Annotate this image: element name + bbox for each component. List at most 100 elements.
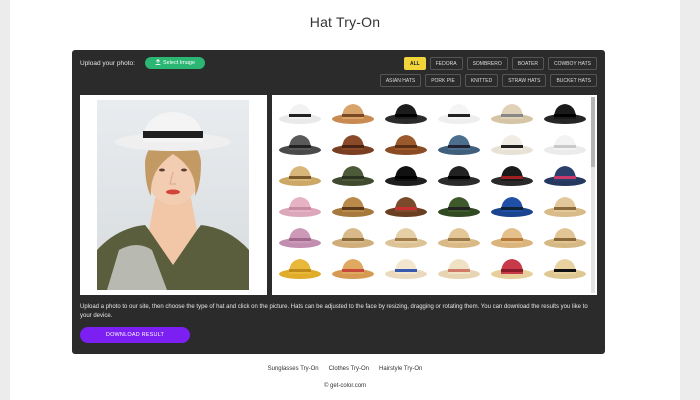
hat-option[interactable] bbox=[433, 222, 485, 253]
white-cream-fedora-icon bbox=[491, 134, 533, 155]
white-panama-icon bbox=[438, 103, 480, 124]
hat-option[interactable] bbox=[327, 129, 379, 160]
hat-option[interactable] bbox=[274, 191, 326, 222]
hat-option[interactable] bbox=[274, 222, 326, 253]
footer-link-clothes[interactable]: Clothes Try-On bbox=[329, 366, 369, 372]
filter-asian-hats[interactable]: ASIAN HATS bbox=[379, 74, 422, 87]
pink-wide-hat-icon bbox=[279, 196, 321, 217]
black-porkpie-icon bbox=[544, 103, 586, 124]
filter-straw-hats[interactable]: STRAW HATS bbox=[502, 74, 547, 87]
hat-grid bbox=[274, 98, 590, 284]
hat-option[interactable] bbox=[486, 98, 538, 129]
hat-option[interactable] bbox=[433, 253, 485, 284]
hat-option[interactable] bbox=[539, 191, 591, 222]
gallery-scrollbar[interactable] bbox=[591, 97, 595, 293]
striped-fedora-icon bbox=[491, 165, 533, 186]
green-fedora-icon bbox=[438, 196, 480, 217]
hat-option[interactable] bbox=[433, 129, 485, 160]
royal-blue-hat-icon bbox=[491, 196, 533, 217]
leopard-hat-icon bbox=[332, 196, 374, 217]
natural-straw-icon bbox=[544, 196, 586, 217]
filter-pork-pie[interactable]: PORK PIE bbox=[425, 74, 461, 87]
filter-row: ASIAN HATS PORK PIE KNITTED STRAW HATS BUCKE… bbox=[367, 74, 597, 87]
hat-option[interactable] bbox=[380, 222, 432, 253]
brown-cowboy-icon bbox=[332, 134, 374, 155]
photo-area[interactable] bbox=[80, 95, 267, 295]
black-stovepipe-icon bbox=[438, 165, 480, 186]
hat-option[interactable] bbox=[327, 253, 379, 284]
hat-option[interactable] bbox=[539, 160, 591, 191]
hat-option[interactable] bbox=[486, 191, 538, 222]
lilac-floppy-icon bbox=[279, 227, 321, 248]
beige-cowboy-icon bbox=[544, 227, 586, 248]
hat-option[interactable] bbox=[380, 129, 432, 160]
footer-link-sunglasses[interactable]: Sunglasses Try-On bbox=[268, 366, 319, 372]
hat-option[interactable] bbox=[380, 98, 432, 129]
hat-option[interactable] bbox=[486, 160, 538, 191]
hat-option[interactable] bbox=[433, 191, 485, 222]
select-image-label: Select Image bbox=[162, 60, 196, 66]
tan-sun-hat-icon bbox=[332, 227, 374, 248]
brown-trilby-icon bbox=[385, 134, 427, 155]
footer-link-hairstyle[interactable]: Hairstyle Try-On bbox=[379, 366, 422, 372]
portrait-photo[interactable] bbox=[97, 100, 249, 290]
straw-cowboy-icon bbox=[279, 165, 321, 186]
white-fedora-icon bbox=[279, 103, 321, 124]
hat-option[interactable] bbox=[274, 253, 326, 284]
filter-knitted[interactable]: KNITTED bbox=[464, 74, 499, 87]
wide-straw-icon bbox=[491, 227, 533, 248]
hat-option[interactable] bbox=[539, 222, 591, 253]
filter-boater[interactable]: BOATER bbox=[511, 57, 544, 70]
try-on-panel: Upload your photo: Select Image ALL FEDOR… bbox=[72, 50, 605, 354]
hat-option[interactable] bbox=[327, 98, 379, 129]
beige-boater-icon bbox=[385, 227, 427, 248]
filter-all[interactable]: ALL bbox=[404, 57, 426, 70]
hat-option[interactable] bbox=[486, 222, 538, 253]
hat-option[interactable] bbox=[380, 253, 432, 284]
hat-option[interactable] bbox=[486, 129, 538, 160]
filter-cowboy-hats[interactable]: COWBOY HATS bbox=[547, 57, 597, 70]
hat-option[interactable] bbox=[539, 253, 591, 284]
hat-option[interactable] bbox=[380, 160, 432, 191]
hat-option[interactable] bbox=[433, 98, 485, 129]
hat-option[interactable] bbox=[274, 160, 326, 191]
red-floral-hat-icon bbox=[491, 258, 533, 279]
blue-ribbon-boater-icon bbox=[385, 258, 427, 279]
upload-label: Upload your photo: bbox=[80, 60, 135, 67]
filter-bucket-hats[interactable]: BUCKET HATS bbox=[550, 74, 597, 87]
white-ribbon-hat-icon bbox=[544, 134, 586, 155]
hat-option[interactable] bbox=[327, 222, 379, 253]
upload-icon bbox=[155, 59, 161, 67]
black-band-boater-icon bbox=[544, 258, 586, 279]
hat-option[interactable] bbox=[539, 98, 591, 129]
cream-flower-hat-icon bbox=[438, 258, 480, 279]
yellow-sun-hat-icon bbox=[279, 258, 321, 279]
hat-gallery bbox=[272, 95, 597, 295]
floral-wide-hat-icon bbox=[332, 258, 374, 279]
select-image-button[interactable]: Select Image bbox=[145, 57, 205, 69]
instructions-text: Upload a photo to our site, then choose … bbox=[80, 304, 588, 319]
red-band-straw-icon bbox=[385, 196, 427, 217]
black-fedora-icon bbox=[385, 103, 427, 124]
filter-sombrero[interactable]: SOMBRERO bbox=[466, 57, 508, 70]
page-title: Hat Try-On bbox=[309, 14, 381, 30]
hat-option[interactable] bbox=[486, 253, 538, 284]
filter-fedora[interactable]: FEDORA bbox=[429, 57, 463, 70]
hat-option[interactable] bbox=[274, 98, 326, 129]
tan-fedora-icon bbox=[332, 103, 374, 124]
hat-option[interactable] bbox=[274, 129, 326, 160]
black-top-hat-icon bbox=[385, 165, 427, 186]
hat-option[interactable] bbox=[327, 160, 379, 191]
copyright: © get-color.com bbox=[323, 383, 367, 389]
hat-option[interactable] bbox=[433, 160, 485, 191]
hat-option[interactable] bbox=[539, 129, 591, 160]
army-boonie-icon bbox=[332, 165, 374, 186]
hat-option[interactable] bbox=[327, 191, 379, 222]
footer-links: Sunglasses Try-On Clothes Try-On Hairsty… bbox=[10, 366, 680, 372]
download-result-button[interactable]: DOWNLOAD RESULT bbox=[80, 327, 190, 343]
navy-flower-hat-icon bbox=[544, 165, 586, 186]
hat-option[interactable] bbox=[380, 191, 432, 222]
hat-filters: ALL FEDORA SOMBRERO BOATER COWBOY HATS ASIAN… bbox=[367, 57, 597, 91]
blue-trilby-icon bbox=[438, 134, 480, 155]
scrollbar-thumb[interactable] bbox=[591, 97, 595, 167]
